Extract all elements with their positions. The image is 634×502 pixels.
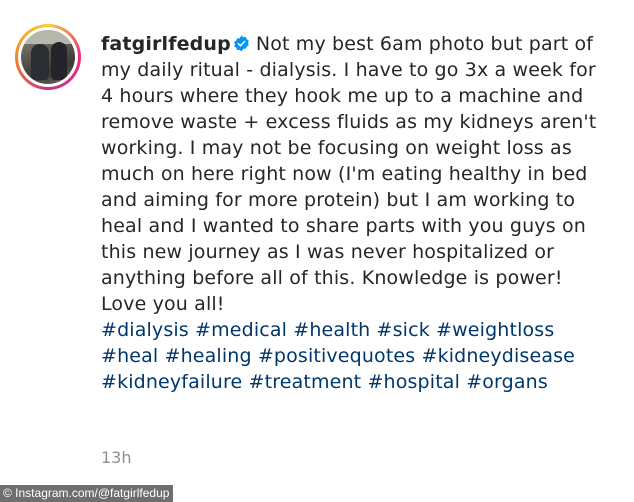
avatar-frame [18,27,78,87]
post-timestamp[interactable]: 13h [101,448,132,467]
caption-text: Not my best 6am photo but part of my dai… [101,33,597,315]
username-link[interactable]: fatgirlfedup [101,33,231,55]
instagram-post: fatgirlfedup Not my best 6am photo but p… [0,0,634,502]
avatar-person-right [51,42,67,80]
story-ring[interactable] [15,24,81,90]
avatar[interactable] [21,30,75,84]
avatar-person-left [31,44,49,80]
hashtag-links[interactable]: #dialysis #medical #health #sick #weight… [101,319,575,393]
post-caption: fatgirlfedup Not my best 6am photo but p… [101,31,611,395]
avatar-background [21,30,75,44]
verified-badge-icon [234,35,249,52]
image-credit: © Instagram.com/@fatgirlfedup [0,485,174,502]
